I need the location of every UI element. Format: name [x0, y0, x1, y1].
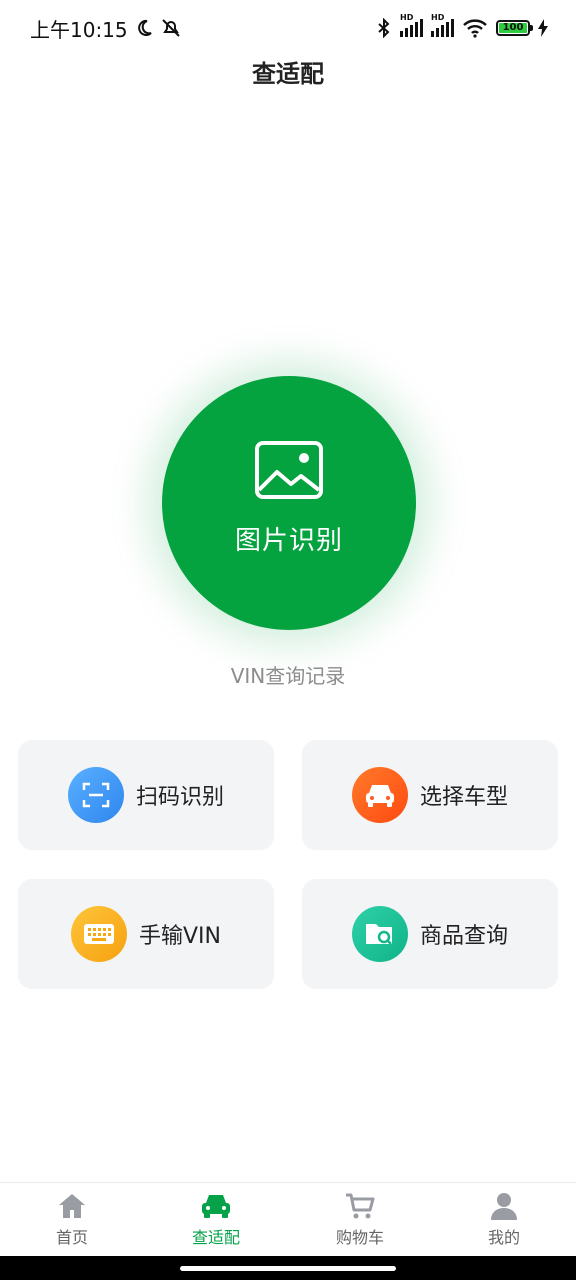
- moon-icon: [137, 19, 152, 36]
- nav-home[interactable]: 首页: [0, 1183, 144, 1256]
- mute-bell-icon: [161, 19, 180, 37]
- battery-icon: 100: [496, 20, 533, 36]
- nav-fit-query[interactable]: 查适配: [144, 1183, 288, 1256]
- nav-mine[interactable]: 我的: [432, 1183, 576, 1256]
- manual-vin-label: 手输VIN: [139, 924, 221, 949]
- wifi-icon: [463, 19, 487, 38]
- gesture-handle[interactable]: [180, 1266, 396, 1271]
- keyboard-icon: [71, 906, 127, 962]
- manual-vin-button[interactable]: 手输VIN: [18, 879, 274, 989]
- signal-icon: HD: [431, 13, 454, 37]
- car-icon: [202, 1194, 230, 1218]
- charging-icon: [538, 19, 548, 37]
- scan-recognize-button[interactable]: 扫码识别: [18, 740, 274, 850]
- image-icon: [255, 440, 323, 499]
- status-right: HD HD 100: [376, 13, 548, 38]
- battery-level: 100: [499, 23, 527, 33]
- nav-mine-label: 我的: [487, 1227, 520, 1247]
- signal-icon: HD: [400, 13, 423, 37]
- scan-icon: [67, 767, 124, 823]
- image-recognize-label: 图片识别: [234, 525, 343, 556]
- status-left: 上午10:15: [30, 14, 182, 43]
- vin-history-link[interactable]: VIN查询记录: [0, 660, 576, 689]
- page-title: 查适配: [252, 60, 324, 88]
- bottom-nav: 首页 查适配 购物车 我的: [0, 1182, 576, 1256]
- nav-cart[interactable]: 购物车: [288, 1183, 432, 1256]
- select-car-model-button[interactable]: 选择车型: [302, 740, 558, 850]
- nav-fit-query-label: 查适配: [191, 1227, 240, 1247]
- folder-search-icon: [351, 906, 408, 962]
- nav-home-label: 首页: [55, 1227, 88, 1247]
- product-search-label: 商品查询: [419, 924, 508, 949]
- status-bar: 上午10:15 HD HD 100: [0, 0, 576, 56]
- gesture-bar: [0, 1256, 576, 1280]
- select-car-model-label: 选择车型: [419, 785, 508, 810]
- cart-icon: [346, 1193, 375, 1218]
- car-icon: [351, 767, 408, 823]
- nav-cart-label: 购物车: [335, 1227, 384, 1247]
- bluetooth-icon: [378, 18, 390, 38]
- status-time: 上午10:15: [30, 17, 128, 42]
- image-recognize-wrap: 图片识别: [162, 376, 416, 630]
- home-icon: [59, 1193, 85, 1218]
- user-icon: [491, 1192, 517, 1220]
- scan-recognize-label: 扫码识别: [135, 785, 224, 810]
- image-recognize-button[interactable]: 图片识别: [162, 376, 416, 630]
- product-search-button[interactable]: 商品查询: [302, 879, 558, 989]
